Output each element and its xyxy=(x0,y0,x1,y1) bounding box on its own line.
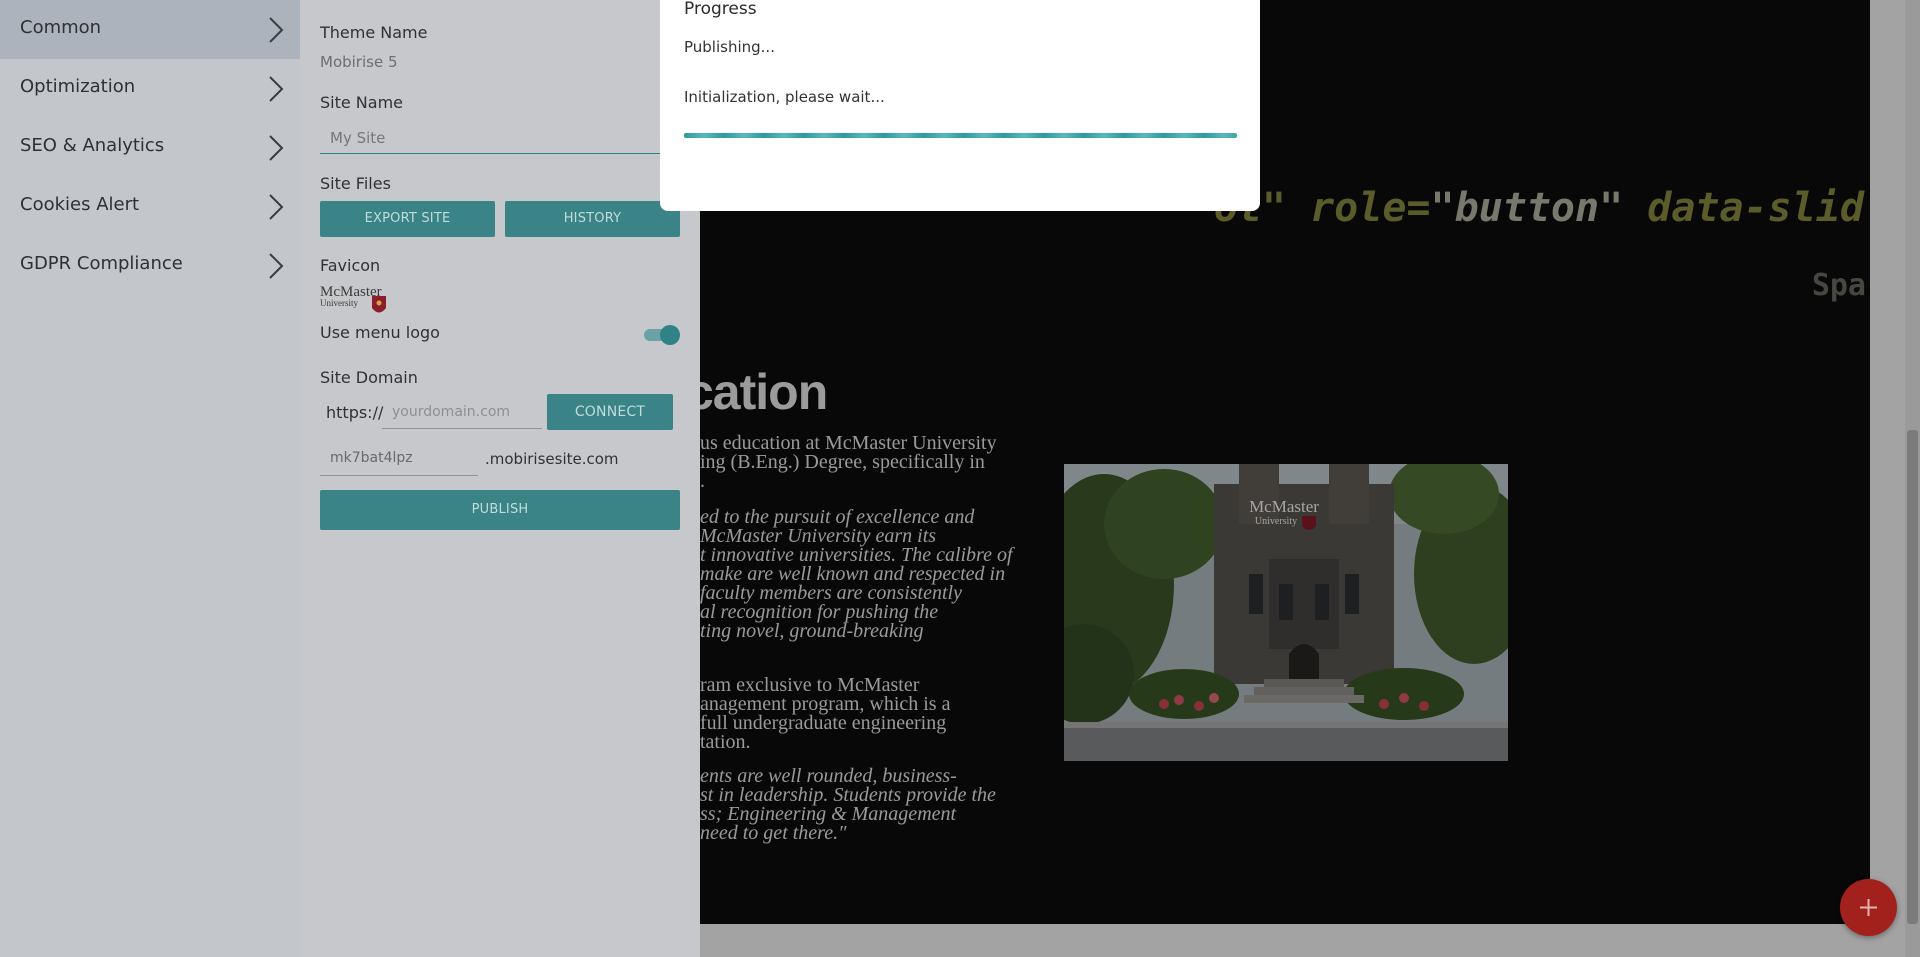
dialog-title: Progress xyxy=(684,0,757,19)
site-name-input[interactable]: My Site xyxy=(320,122,680,154)
domain-prefix: https:// xyxy=(326,403,384,422)
site-name-label: Site Name xyxy=(320,93,404,112)
subdomain-suffix: .mobirisesite.com xyxy=(485,450,619,468)
domain-input[interactable]: yourdomain.com xyxy=(382,396,542,429)
progress-dialog: Progress Publishing... Initialization, p… xyxy=(660,0,1260,211)
export-site-button[interactable]: EXPORT SITE xyxy=(320,201,495,237)
chevron-right-icon xyxy=(269,17,284,43)
favicon-label: Favicon xyxy=(320,256,381,275)
use-menu-logo-toggle[interactable] xyxy=(644,323,680,345)
add-block-button[interactable] xyxy=(1840,879,1897,936)
domain-placeholder: yourdomain.com xyxy=(392,404,511,420)
site-domain-label: Site Domain xyxy=(320,368,418,387)
chevron-right-icon xyxy=(269,76,284,102)
menu-item-cookies-alert[interactable]: Cookies Alert xyxy=(0,177,300,236)
dialog-detail: Initialization, please wait... xyxy=(684,88,885,106)
dialog-status: Publishing... xyxy=(684,38,775,56)
menu-item-label: GDPR Compliance xyxy=(20,253,183,274)
menu-item-label: Optimization xyxy=(20,76,136,97)
toggle-knob xyxy=(660,325,680,345)
menu-item-gdpr-compliance[interactable]: GDPR Compliance xyxy=(0,236,300,295)
publish-button[interactable]: PUBLISH xyxy=(320,490,680,530)
site-name-placeholder: My Site xyxy=(330,129,386,147)
menu-item-seo-analytics[interactable]: SEO & Analytics xyxy=(0,118,300,177)
site-settings-menu: Common Optimization SEO & Analytics Cook… xyxy=(0,0,300,957)
menu-item-label: Cookies Alert xyxy=(20,194,140,215)
common-settings-panel: Theme Name Mobirise 5 Site Name My Site … xyxy=(300,0,700,957)
subdomain-input[interactable]: mk7bat4lpz xyxy=(320,443,478,476)
chevron-right-icon xyxy=(269,135,284,161)
chevron-right-icon xyxy=(269,253,284,279)
use-menu-logo-label: Use menu logo xyxy=(320,323,440,342)
theme-name-value: Mobirise 5 xyxy=(320,53,398,71)
progress-bar xyxy=(684,133,1237,138)
theme-name-label: Theme Name xyxy=(320,23,428,42)
menu-item-common[interactable]: Common xyxy=(0,0,300,59)
menu-item-optimization[interactable]: Optimization xyxy=(0,59,300,118)
site-files-label: Site Files xyxy=(320,174,391,193)
favicon-image[interactable]: McMaster University xyxy=(320,282,390,318)
subdomain-value: mk7bat4lpz xyxy=(330,450,413,466)
connect-button[interactable]: CONNECT xyxy=(547,394,673,430)
menu-item-label: Common xyxy=(20,17,102,38)
chevron-right-icon xyxy=(269,194,284,220)
favicon-logo-subtext: University xyxy=(320,298,358,308)
history-button[interactable]: HISTORY xyxy=(505,201,680,237)
plus-icon xyxy=(1860,899,1877,916)
menu-item-label: SEO & Analytics xyxy=(20,135,165,156)
